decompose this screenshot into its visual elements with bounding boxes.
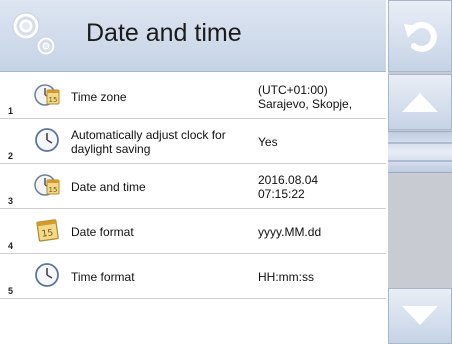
header-bar: Date and time: [0, 0, 386, 72]
row-number: 5: [8, 286, 14, 296]
row-value: HH:mm:ss: [258, 269, 314, 284]
page-title: Date and time: [86, 19, 242, 47]
undo-button[interactable]: [388, 0, 452, 72]
scroll-down-button[interactable]: [388, 288, 452, 344]
row-number: 4: [8, 241, 14, 251]
calendar-icon: 15: [36, 219, 59, 242]
list-item-date-and-time[interactable]: 3 15 Date and time 2016.08.04 07:15:22: [0, 164, 386, 209]
svg-text:15: 15: [49, 186, 58, 194]
list-item-date-format[interactable]: 4 15 Date format yyyy.MM.dd: [0, 209, 386, 254]
row-number: 3: [8, 196, 14, 206]
thumb-grip-line: [388, 142, 452, 144]
row-label: Date and time: [71, 179, 146, 194]
clock-calendar-icon: 15: [34, 84, 60, 106]
navigation-sidebar: [388, 0, 452, 344]
undo-icon: [404, 21, 437, 52]
scrollbar-track[interactable]: [388, 131, 452, 287]
row-label: Automatically adjust clock for daylight …: [71, 127, 226, 156]
clock-icon: [35, 128, 59, 152]
row-value: (UTC+01:00) Sarajevo, Skopje,: [258, 82, 353, 111]
scroll-up-button[interactable]: [388, 74, 452, 130]
row-label: Time format: [71, 269, 135, 284]
scrollbar-thumb[interactable]: [388, 131, 452, 173]
settings-list: 1 15 Time zone (UTC+01:00) Sarajevo, Sko…: [0, 74, 386, 299]
list-item-daylight-saving[interactable]: 2 Automatically adjust clock for dayligh…: [0, 119, 386, 164]
svg-text:15: 15: [41, 228, 54, 239]
row-value: yyyy.MM.dd: [258, 224, 322, 239]
row-value: 2016.08.04 07:15:22: [258, 172, 319, 201]
gears-icon: [12, 12, 56, 56]
arrow-down-icon: [402, 306, 438, 325]
row-number: 2: [8, 151, 14, 161]
clock-calendar-icon: 15: [34, 174, 60, 196]
row-label: Time zone: [71, 89, 127, 104]
row-number: 1: [8, 106, 14, 116]
row-label: Date format: [71, 224, 134, 239]
arrow-up-icon: [402, 93, 438, 112]
row-value: Yes: [258, 134, 278, 149]
clock-icon: [35, 263, 59, 287]
list-item-time-format[interactable]: 5 Time format HH:mm:ss: [0, 254, 386, 299]
list-item-time-zone[interactable]: 1 15 Time zone (UTC+01:00) Sarajevo, Sko…: [0, 74, 386, 119]
thumb-grip-line: [388, 160, 452, 162]
svg-text:15: 15: [49, 96, 58, 104]
